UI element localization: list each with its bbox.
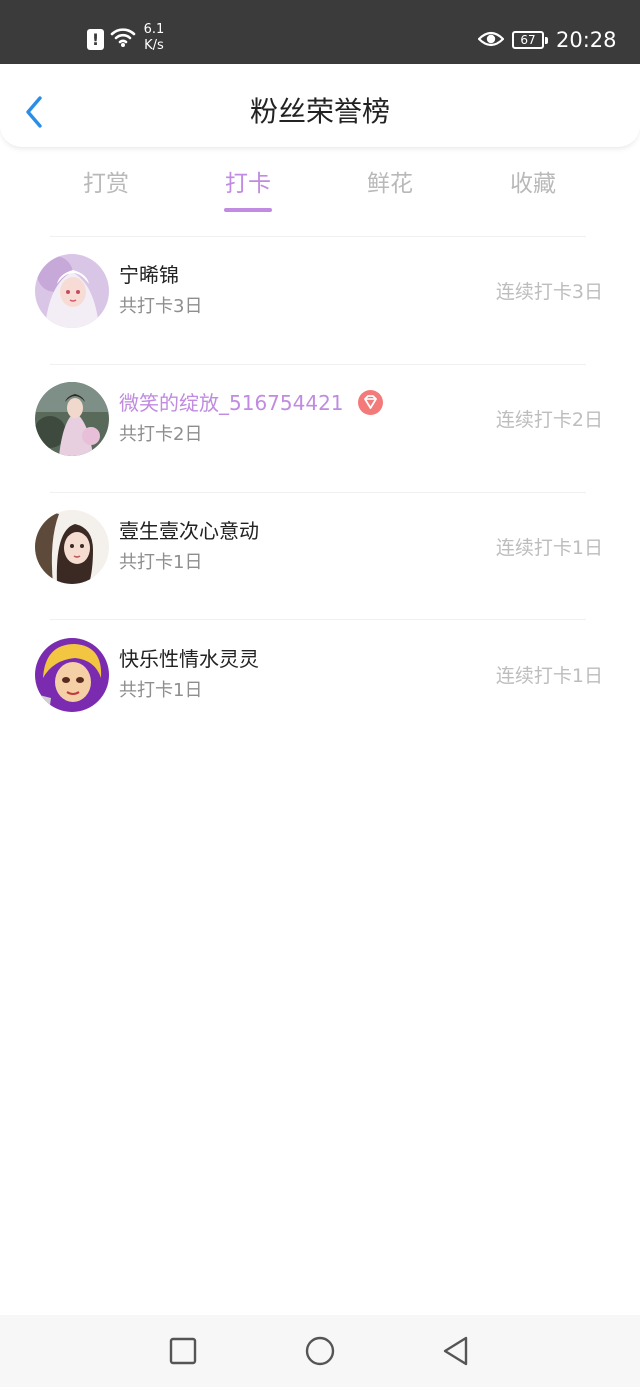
triangle-back-icon: [443, 1336, 468, 1366]
recent-apps-button[interactable]: [167, 1335, 199, 1367]
divider: [50, 236, 586, 237]
total-checkins: 共打卡2日: [119, 424, 203, 445]
checkin-streak: 连续打卡1日: [495, 537, 603, 559]
fan-name: 微笑的绽放_516754421: [119, 389, 383, 417]
list-item[interactable]: 壹生壹次心意动 共打卡1日 连续打卡1日: [0, 510, 640, 600]
fan-name: 宁晞锦: [119, 263, 179, 287]
avatar: [35, 254, 109, 328]
avatar: [35, 638, 109, 712]
status-bar: ! 6.1 K/s 67 20:28: [0, 0, 640, 64]
checkin-streak: 连续打卡3日: [495, 281, 603, 303]
clock: 20:28: [556, 28, 617, 52]
battery-icon: 67: [512, 31, 548, 49]
alert-icon: !: [87, 29, 104, 50]
avatar: [35, 382, 109, 456]
fan-name-text: 微笑的绽放_516754421: [119, 391, 344, 415]
tab-checkin[interactable]: 打卡: [198, 164, 298, 212]
tab-tips[interactable]: 打赏: [56, 164, 156, 204]
fan-honor-page: ! 6.1 K/s 67 20:28 粉丝荣誉榜 打赏 打卡 鲜花 收藏 宁晞锦…: [0, 0, 640, 1387]
network-speed-unit: K/s: [144, 38, 164, 53]
system-nav-bar: [0, 1315, 640, 1387]
fan-name: 快乐性情水灵灵: [119, 647, 259, 671]
total-checkins: 共打卡1日: [119, 552, 203, 573]
avatar: [35, 510, 109, 584]
divider: [50, 619, 586, 620]
checkin-streak: 连续打卡1日: [495, 665, 603, 687]
tab-favorites[interactable]: 收藏: [483, 164, 583, 204]
home-button[interactable]: [304, 1335, 336, 1367]
network-speed-value: 6.1: [143, 22, 165, 37]
tab-bar: 打赏 打卡 鲜花 收藏: [0, 164, 640, 216]
circle-icon: [305, 1336, 335, 1366]
list-item[interactable]: 微笑的绽放_516754421 共打卡2日 连续打卡2日: [0, 382, 640, 472]
total-checkins: 共打卡3日: [119, 296, 203, 317]
square-icon: [169, 1337, 197, 1365]
tab-active-indicator: [224, 208, 272, 212]
header: 粉丝荣誉榜: [0, 64, 640, 148]
tab-flowers[interactable]: 鲜花: [340, 164, 440, 204]
list-item[interactable]: 快乐性情水灵灵 共打卡1日 连续打卡1日: [0, 638, 640, 728]
wifi-icon: [110, 28, 136, 47]
divider: [50, 364, 586, 365]
eye-comfort-icon: [478, 31, 504, 47]
checkin-streak: 连续打卡2日: [495, 409, 603, 431]
network-speed: 6.1 K/s: [142, 22, 166, 54]
total-checkins: 共打卡1日: [119, 680, 203, 701]
vip-diamond-icon: [357, 390, 383, 415]
list-item[interactable]: 宁晞锦 共打卡3日 连续打卡3日: [0, 254, 640, 344]
tab-checkin-label: 打卡: [225, 171, 271, 197]
back-nav-button[interactable]: [440, 1335, 472, 1367]
fan-name: 壹生壹次心意动: [119, 519, 259, 543]
divider: [50, 492, 586, 493]
page-title: 粉丝荣誉榜: [249, 95, 390, 128]
